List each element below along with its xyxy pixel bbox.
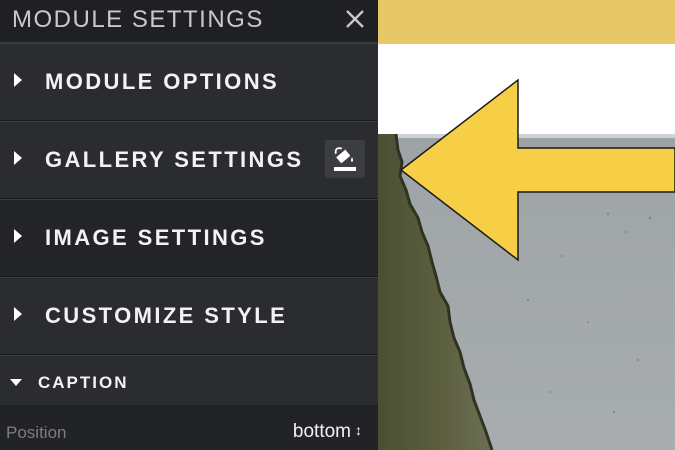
section-label: CUSTOMIZE STYLE (45, 303, 288, 328)
section-label: GALLERY SETTINGS (45, 147, 304, 172)
paint-bucket-button[interactable] (325, 140, 365, 178)
chevron-right-icon (14, 307, 22, 321)
chevron-right-icon (14, 151, 22, 165)
module-settings-panel: MODULE SETTINGS MODULE OPTIONS GALLERY S… (0, 0, 378, 450)
preview-image (378, 44, 675, 450)
position-select[interactable]: bottom ↕ (293, 421, 362, 443)
position-value: bottom (292, 421, 351, 442)
section-image-settings[interactable]: IMAGE SETTINGS (0, 199, 378, 277)
section-module-options[interactable]: MODULE OPTIONS (0, 43, 378, 121)
position-label: Position (6, 423, 67, 442)
chevron-updown-icon: ↕ (355, 422, 362, 438)
section-caption[interactable]: CAPTION (0, 355, 378, 408)
section-gallery-settings[interactable]: GALLERY SETTINGS (0, 121, 378, 199)
section-customize-style[interactable]: CUSTOMIZE STYLE (0, 277, 378, 355)
section-label: IMAGE SETTINGS (45, 225, 267, 250)
chevron-down-icon (10, 379, 22, 386)
panel-title: MODULE SETTINGS (12, 6, 264, 33)
panel-header: MODULE SETTINGS (0, 0, 378, 43)
close-icon[interactable] (344, 8, 366, 30)
position-field: Position bottom ↕ (0, 405, 378, 450)
paint-bucket-icon (334, 147, 356, 171)
preview-area (378, 0, 675, 450)
section-label: CAPTION (38, 373, 129, 392)
section-label: MODULE OPTIONS (45, 69, 280, 94)
chevron-right-icon (14, 73, 22, 87)
chevron-right-icon (14, 229, 22, 243)
